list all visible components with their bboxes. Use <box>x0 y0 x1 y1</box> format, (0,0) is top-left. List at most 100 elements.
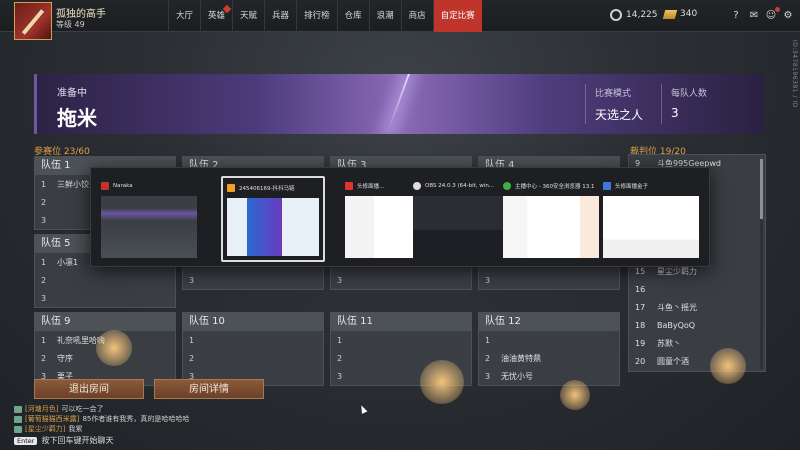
nav-weapons[interactable]: 兵器 <box>264 0 296 32</box>
team-slot[interactable]: 1 <box>183 331 323 349</box>
exit-room-button[interactable]: 退出房间 <box>34 379 144 399</box>
player-avatar[interactable] <box>14 2 52 40</box>
browser-360-icon <box>503 182 511 190</box>
obs-app-icon <box>413 182 421 190</box>
judge-slot[interactable]: 18 BaByQoQ <box>629 317 765 335</box>
per-team-label: 每队人数 <box>671 89 708 99</box>
chat-input-hint[interactable]: Enter 按下回车键开始聊天 <box>14 435 113 446</box>
slot-number: 3 <box>41 216 47 225</box>
judge-slot[interactable]: 17 斗鱼丶摇光 <box>629 299 765 317</box>
judge-number: 16 <box>635 285 646 294</box>
nav-heroes[interactable]: 英雄 <box>200 0 232 32</box>
window-thumbnail <box>603 196 699 258</box>
team-slot[interactable]: 3 <box>183 271 323 289</box>
window-naraka[interactable]: Naraka <box>97 176 201 262</box>
slot-player-name: 守序 <box>57 354 73 363</box>
gold-icon <box>662 9 678 19</box>
judge-name: 圆童个酒 <box>657 357 689 366</box>
window-live-stream[interactable]: 245406169-抖抖马链 <box>221 176 325 262</box>
gold-balance[interactable]: 340 <box>662 9 697 19</box>
team-box: 队伍 12 1 2 油油黄特鼎 3 无忧小号 <box>478 312 620 386</box>
judge-slot[interactable]: 16 <box>629 281 765 299</box>
window-header: 头修面播金子 <box>603 180 699 192</box>
team-title: 队伍 12 <box>479 313 619 331</box>
chat-sender: [葡萄猫猫西米露] <box>25 415 80 423</box>
window-thumbnail <box>413 196 509 258</box>
slot-number: 1 <box>485 336 491 345</box>
team-slot[interactable]: 1 <box>331 331 471 349</box>
nav-wave[interactable]: 浪潮 <box>368 0 401 32</box>
team-title: 队伍 10 <box>183 313 323 331</box>
window-title: 245406169-抖抖马链 <box>239 186 295 192</box>
slot-number: 2 <box>485 354 491 363</box>
nav-leaderboard[interactable]: 排行榜 <box>296 0 337 32</box>
slot-number: 2 <box>189 354 195 363</box>
window-title: OBS 24.0.3 (64-bit, win... <box>425 183 495 189</box>
browser-app-icon <box>603 182 611 190</box>
window-header: OBS 24.0.3 (64-bit, win... <box>413 180 509 192</box>
nav-shop[interactable]: 商店 <box>400 0 433 32</box>
team-slot[interactable]: 2 <box>35 271 175 289</box>
window-thumbnail <box>503 196 599 258</box>
window-title: 头修面播... <box>357 184 385 190</box>
window-title: 主播中心 - 360安全浏览器 13.1 <box>515 184 595 190</box>
settings-gear-icon[interactable]: ⚙ <box>782 10 794 22</box>
window-obs[interactable]: OBS 24.0.3 (64-bit, win... <box>409 176 513 262</box>
bokeh-light <box>420 360 464 404</box>
nav-lobby[interactable]: 大厅 <box>168 0 200 32</box>
coin-balance[interactable]: 14,225 <box>610 9 658 21</box>
room-status: 准备中 <box>57 88 87 99</box>
nav-talents[interactable]: 天赋 <box>232 0 264 32</box>
team-title: 队伍 9 <box>35 313 175 331</box>
team-title: 队伍 11 <box>331 313 471 331</box>
window-360-browser[interactable]: 主播中心 - 360安全浏览器 13.1 <box>499 176 603 262</box>
team-slot[interactable]: 3 无忧小号 <box>479 367 619 385</box>
team-slot[interactable]: 2 <box>183 349 323 367</box>
friends-icon[interactable]: ☺ <box>765 7 780 22</box>
chat-message: [葡萄猫猫西米露] 85作者谁有我秀，真的是哈哈哈哈 <box>14 414 189 424</box>
team-slot[interactable]: 1 <box>479 331 619 349</box>
judge-number: 19 <box>635 339 646 348</box>
mail-icon[interactable]: ✉ <box>748 10 760 22</box>
slot-number: 2 <box>41 198 47 207</box>
bokeh-light <box>96 330 132 366</box>
team-slot[interactable]: 2 油油黄特鼎 <box>479 349 619 367</box>
banner-divider <box>661 84 662 124</box>
slot-number: 1 <box>41 336 47 345</box>
team-slot[interactable]: 3 <box>35 289 175 307</box>
room-details-button[interactable]: 房间详情 <box>154 379 264 399</box>
chat-text: 85作者谁有我秀，真的是哈哈哈哈 <box>82 415 190 423</box>
nav-storage[interactable]: 仓库 <box>336 0 369 32</box>
help-icon[interactable]: ? <box>730 10 742 22</box>
judge-scroll-thumb[interactable] <box>760 159 763 219</box>
slot-number: 1 <box>41 180 47 189</box>
top-bar: 孤独的高手 等级 49 大厅 英雄 天赋 兵器 排行榜 仓库 浪潮 商店 自定比… <box>0 0 800 40</box>
slot-player-name: 油油黄特鼎 <box>501 354 541 363</box>
per-team-value: 3 <box>671 106 679 120</box>
judge-scrollbar[interactable] <box>760 159 763 369</box>
bokeh-light <box>560 380 590 410</box>
window-header: Naraka <box>101 180 197 192</box>
stream-app-icon <box>227 184 235 192</box>
coin-icon <box>610 9 622 21</box>
nav-custom-match[interactable]: 自定比赛 <box>432 0 482 32</box>
player-level: 等级 49 <box>56 20 85 29</box>
slot-player-name: 小凛1 <box>57 258 79 267</box>
team-slot[interactable]: 3 <box>331 271 471 289</box>
window-title: 头修面播金子 <box>615 184 649 190</box>
room-name: 拖米 <box>57 106 97 130</box>
window-header: 245406169-抖抖马链 <box>227 182 319 194</box>
slot-number: 3 <box>485 372 491 381</box>
judge-name: BaByQoQ <box>657 321 696 330</box>
slot-number: 1 <box>189 336 195 345</box>
window-browser-2[interactable]: 头修面播金子 <box>599 176 703 262</box>
team-slot[interactable]: 3 <box>479 271 619 289</box>
judge-slot[interactable]: 19 苏默丶 <box>629 335 765 353</box>
player-name: 孤独的高手 <box>56 9 106 20</box>
side-id-text: ID:3478196391 / ID <box>791 40 798 108</box>
bokeh-light <box>710 348 746 384</box>
window-title: Naraka <box>113 183 133 189</box>
mode-label: 比赛模式 <box>595 89 632 99</box>
task-switcher: Naraka 245406169-抖抖马链 头修面播... OBS 24.0.3… <box>90 167 710 267</box>
judge-name: 斗鱼丶摇光 <box>657 303 697 312</box>
